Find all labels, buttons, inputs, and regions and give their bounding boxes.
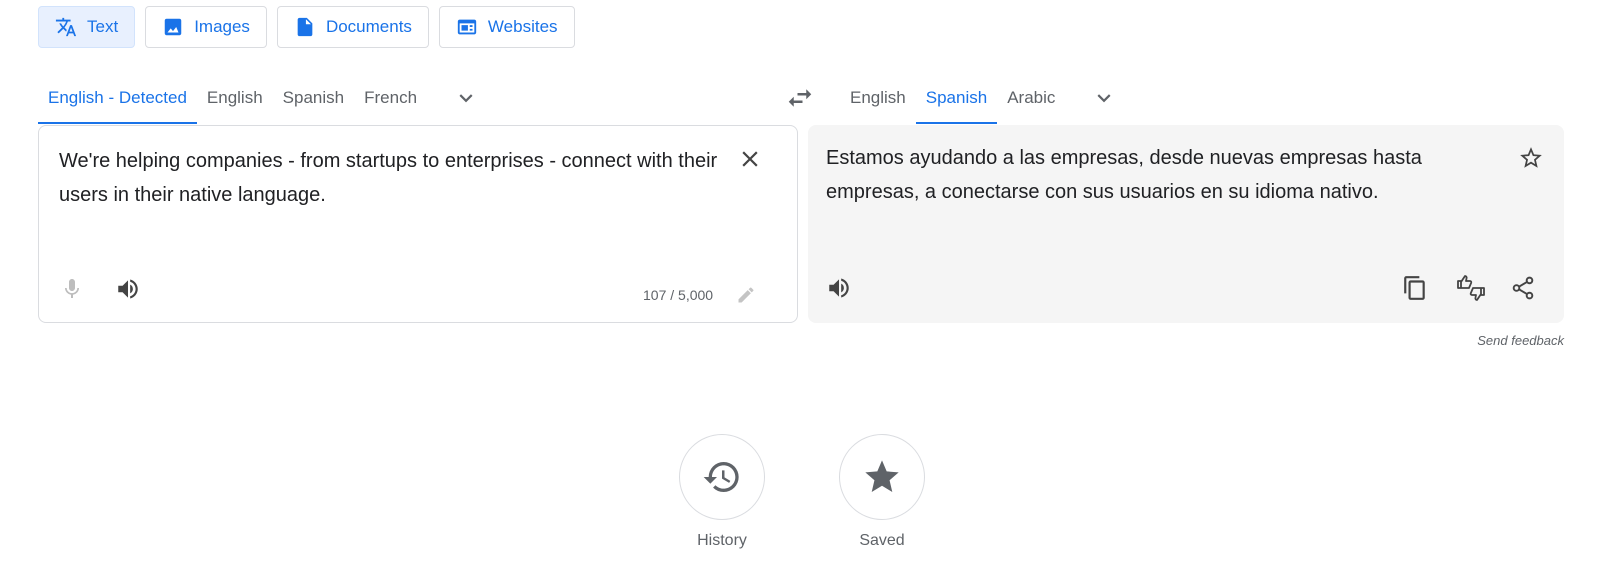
mode-images-button[interactable]: Images [145,6,267,48]
source-lang-tab-detected[interactable]: English - Detected [38,72,197,124]
history-item: History [679,434,765,550]
saved-button[interactable] [839,434,925,520]
share-translation-button[interactable] [1508,273,1538,303]
swap-icon [788,89,812,107]
thumbs-up-down-icon [1457,275,1485,301]
history-icon [703,462,739,492]
translate-icon [55,16,77,38]
rate-translation-button[interactable] [1454,271,1488,305]
history-button[interactable] [679,434,765,520]
share-icon [1512,276,1534,300]
chevron-down-icon [459,94,473,103]
source-listen-button[interactable] [113,274,143,304]
star-icon [865,460,899,492]
translation-panel: Estamos ayudando a las empresas, desde n… [808,125,1564,323]
target-lang-tab-arabic[interactable]: Arabic [997,72,1065,124]
target-language-bar: English Spanish Arabic [840,72,1133,124]
translate-page: Text Images Documents Websites English -… [0,0,1600,568]
source-lang-tab-spanish[interactable]: Spanish [273,72,354,124]
edit-button[interactable] [733,282,759,308]
target-lang-tab-english[interactable]: English [840,72,916,124]
mode-images-label: Images [194,17,250,36]
character-count: 107 / 5,000 [643,287,714,303]
mode-selector: Text Images Documents Websites [38,6,575,48]
close-icon [742,151,758,167]
source-text-panel: We're helping companies - from startups … [38,125,798,323]
website-icon [456,16,478,38]
speaker-icon [829,278,849,298]
source-text-input[interactable]: We're helping companies - from startups … [59,144,719,212]
voice-input-button[interactable] [57,274,87,304]
mode-websites-button[interactable]: Websites [438,6,575,48]
mode-websites-label: Websites [487,17,558,36]
saved-label: Saved [859,532,905,549]
source-lang-tab-french[interactable]: French [354,72,427,124]
translation-output: Estamos ayudando a las empresas, desde n… [826,147,1422,203]
microphone-icon [65,279,79,298]
source-language-bar: English - Detected English Spanish Frenc… [38,72,495,124]
mode-documents-button[interactable]: Documents [276,6,429,48]
image-icon [162,16,184,38]
pencil-icon [738,287,754,303]
source-more-languages-button[interactable] [427,72,495,124]
speaker-icon [118,279,138,299]
copy-icon [1404,276,1425,300]
saved-item: Saved [839,434,925,550]
copy-translation-button[interactable] [1400,273,1430,303]
star-outline-icon [1520,147,1542,168]
mode-text-label: Text [87,17,119,36]
history-label: History [697,532,747,549]
swap-languages-button[interactable] [785,83,815,113]
document-icon [294,16,316,38]
source-lang-tab-english[interactable]: English [197,72,273,124]
mode-text-button[interactable]: Text [38,6,136,48]
mode-documents-label: Documents [325,17,412,36]
target-lang-tab-spanish[interactable]: Spanish [915,72,998,124]
translation-listen-button[interactable] [824,273,854,303]
chevron-down-icon [1097,94,1111,103]
send-feedback-link[interactable]: Send feedback [1477,333,1564,348]
save-translation-button[interactable] [1516,143,1546,173]
clear-text-button[interactable] [735,144,765,174]
target-more-languages-button[interactable] [1065,72,1133,124]
